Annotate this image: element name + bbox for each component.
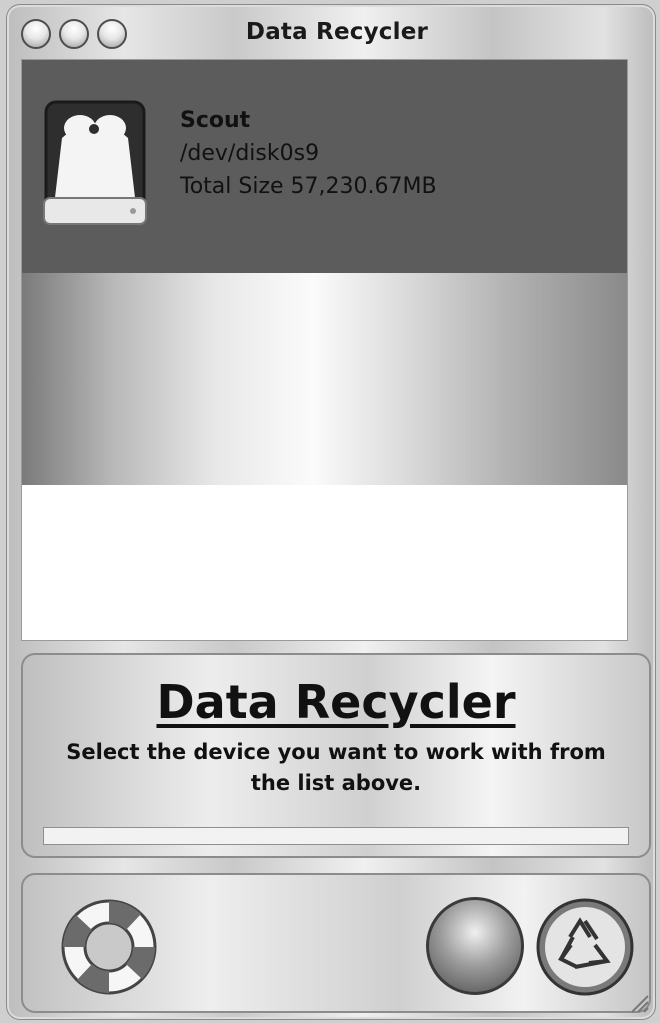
device-total-size: Total Size 57,230.67MB [180, 174, 437, 199]
button-panel [21, 873, 651, 1013]
info-title: Data Recycler [156, 675, 516, 729]
info-message: Select the device you want to work with … [66, 740, 606, 795]
device-list[interactable]: Scout /dev/disk0s9 Total Size 57,230.67M… [21, 59, 628, 641]
start-button[interactable] [426, 897, 524, 995]
device-name: Scout [180, 108, 251, 133]
hard-drive-icon [43, 100, 147, 225]
recycle-icon[interactable] [535, 897, 635, 997]
lifebuoy-icon[interactable] [59, 897, 159, 997]
window-title: Data Recycler [245, 19, 429, 45]
zoom-window-button[interactable] [97, 19, 127, 49]
resize-grip-icon[interactable] [627, 991, 649, 1013]
device-list-item[interactable]: Scout /dev/disk0s9 Total Size 57,230.67M… [22, 60, 627, 273]
list-empty-area [22, 273, 627, 485]
app-window: Data Recycler Scout /dev/disk0s9 Total S… [6, 4, 656, 1020]
window-controls [21, 19, 127, 49]
device-path: /dev/disk0s9 [180, 141, 320, 166]
close-window-button[interactable] [21, 19, 51, 49]
title-bar[interactable]: Data Recycler [7, 5, 655, 57]
device-details: Scout /dev/disk0s9 Total Size 57,230.67M… [180, 104, 437, 203]
minimize-window-button[interactable] [59, 19, 89, 49]
progress-bar [43, 827, 629, 845]
info-panel: Data Recycler Select the device you want… [21, 653, 651, 858]
